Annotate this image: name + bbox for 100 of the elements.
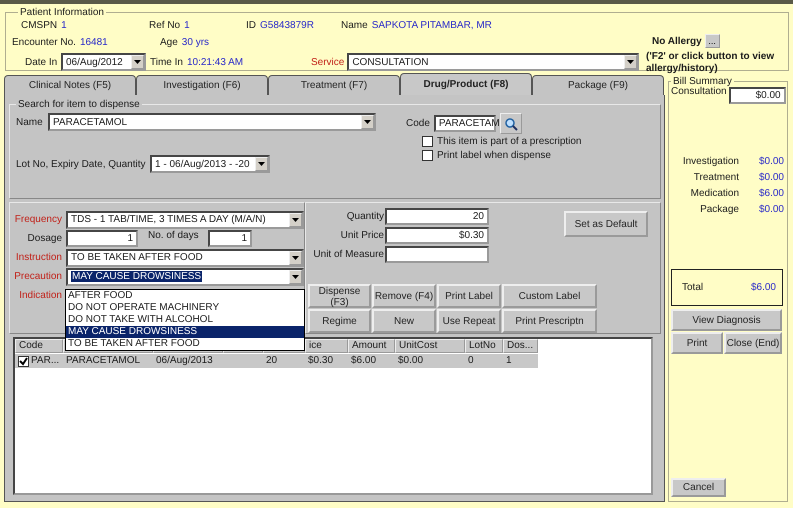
checkbox[interactable] bbox=[18, 356, 29, 366]
group-title: Patient Information bbox=[19, 7, 105, 18]
dropdown-option[interactable]: TO BE TAKEN AFTER FOOD bbox=[66, 338, 304, 350]
caret-icon bbox=[627, 60, 634, 64]
field-label: Indication bbox=[18, 290, 62, 301]
measure-field[interactable] bbox=[385, 246, 489, 263]
action-button[interactable]: New bbox=[372, 309, 436, 333]
dropdown-option[interactable]: MAY CAUSE DROWSINESS bbox=[66, 326, 304, 338]
column-header[interactable]: LotNo bbox=[465, 339, 503, 353]
caret-icon bbox=[292, 218, 299, 222]
column-header[interactable]: Amount bbox=[348, 339, 395, 353]
allergy-hint: ('F2' or click button to view allergy/history) bbox=[646, 51, 776, 75]
search-icon bbox=[504, 116, 518, 130]
frequency-dropdown[interactable]: TDS - 1 TAB/TIME, 3 TIMES A DAY (M/A/N) bbox=[66, 210, 304, 228]
table-cell-text: 1 bbox=[505, 354, 513, 368]
view-diagnosis-button[interactable]: View Diagnosis bbox=[671, 309, 782, 331]
table-cell: PAR... bbox=[31, 354, 60, 368]
action-button[interactable]: Dispense (F3) bbox=[308, 284, 371, 308]
field-label: Code bbox=[406, 118, 430, 129]
action-button[interactable]: Remove (F4) bbox=[372, 284, 436, 308]
action-button[interactable]: Use Repeat bbox=[437, 309, 501, 333]
tab[interactable]: Package (F9) bbox=[532, 75, 664, 95]
field-label: Encounter No. bbox=[12, 36, 76, 48]
field-label: Name bbox=[341, 20, 368, 30]
dropdown-button[interactable] bbox=[255, 157, 268, 171]
dropdown-button[interactable] bbox=[289, 250, 302, 264]
dropdown-button[interactable] bbox=[624, 55, 638, 69]
quantity-field[interactable]: 20 bbox=[385, 208, 489, 225]
dropdown-option[interactable]: DO NOT TAKE WITH ALCOHOL bbox=[66, 314, 304, 326]
column-header[interactable]: UnitCost bbox=[395, 339, 465, 353]
table-row[interactable]: PAR... PARACETAMOL 06/Aug/2013 20 $0.30 $6.00 $0.00 0 1 bbox=[15, 354, 538, 368]
lot-dropdown[interactable]: 1 - 06/Aug/2013 - -20 bbox=[150, 155, 270, 173]
checkbox[interactable] bbox=[422, 150, 433, 160]
total-amount: $6.00 bbox=[750, 282, 776, 293]
tab[interactable]: Investigation (F6) bbox=[136, 75, 268, 95]
action-button[interactable]: Custom Label bbox=[502, 284, 597, 308]
tab[interactable]: Clinical Notes (F5) bbox=[4, 75, 136, 95]
field-label: Consultation bbox=[671, 87, 727, 97]
field-label: Quantity bbox=[346, 211, 384, 222]
field-value: 30 yrs bbox=[182, 36, 210, 48]
field-label: Instruction bbox=[14, 252, 62, 263]
checkbox-label: This item is part of a prescription bbox=[437, 136, 582, 146]
field-label: Dosage bbox=[26, 233, 62, 244]
precaution-dropdown[interactable]: MAY CAUSE DROWSINESS bbox=[66, 268, 304, 286]
table-cell-text: $0.30 bbox=[307, 354, 334, 368]
table-cell-text: 06/Aug/2013 bbox=[155, 354, 214, 368]
caret-icon bbox=[292, 256, 299, 260]
consultation-field[interactable]: $0.00 bbox=[728, 87, 786, 104]
set-default-button[interactable]: Set as Default bbox=[564, 211, 648, 237]
field-value: 16481 bbox=[80, 36, 108, 48]
allergy-button[interactable]: ... bbox=[704, 34, 720, 48]
field-label: Service bbox=[310, 56, 344, 68]
date-dropdown[interactable]: 06/Aug/2012 bbox=[61, 53, 146, 71]
field-value: 10:21:43 AM bbox=[186, 56, 244, 68]
checkbox[interactable] bbox=[422, 136, 433, 146]
action-button[interactable]: Regime bbox=[308, 309, 371, 333]
tab[interactable]: Drug/Product (F8) bbox=[400, 73, 532, 95]
dropdown-button[interactable] bbox=[289, 270, 302, 284]
field-value: 1 bbox=[184, 20, 190, 30]
checkbox-label: Print label when dispense bbox=[437, 150, 551, 160]
dropdown-button[interactable] bbox=[361, 115, 374, 129]
bill-amount: $0.00 bbox=[758, 172, 784, 185]
bill-amount: $6.00 bbox=[758, 188, 784, 201]
caret-icon bbox=[258, 162, 265, 166]
name-dropdown[interactable]: PARACETAMOL bbox=[48, 113, 376, 131]
table-cell-text: PARACETAMOL bbox=[65, 354, 142, 368]
column-header[interactable]: ice bbox=[305, 339, 348, 353]
selected-text: MAY CAUSE DROWSINESS bbox=[71, 271, 202, 282]
dropdown-button[interactable] bbox=[289, 212, 302, 226]
field-label: Date In bbox=[25, 56, 58, 68]
tab[interactable]: Treatment (F7) bbox=[268, 75, 400, 95]
service-dropdown[interactable]: CONSULTATION bbox=[347, 53, 640, 71]
search-button[interactable] bbox=[500, 113, 522, 134]
field-label: CMSPN bbox=[21, 20, 58, 30]
field-label: Frequency bbox=[14, 214, 62, 225]
table-cell-text: $0.00 bbox=[397, 354, 424, 368]
close-button[interactable]: Close (End) bbox=[724, 332, 782, 354]
bill-label: Treatment bbox=[692, 172, 739, 185]
table-cell-text: 20 bbox=[265, 354, 278, 368]
dropdown-button[interactable] bbox=[131, 55, 144, 69]
action-button[interactable]: Print Prescriptn bbox=[502, 309, 597, 333]
bill-label: Package bbox=[699, 204, 739, 217]
allergy-status: No Allergy bbox=[652, 36, 702, 46]
days-field[interactable]: 1 bbox=[208, 230, 252, 247]
instruction-dropdown[interactable]: TO BE TAKEN AFTER FOOD bbox=[66, 248, 304, 266]
field-label: Ref No bbox=[149, 20, 180, 30]
dropdown-option[interactable]: DO NOT OPERATE MACHINERY bbox=[66, 302, 304, 314]
action-button[interactable]: Print Label bbox=[437, 284, 501, 308]
table-cell-text: 0 bbox=[467, 354, 475, 368]
print-button[interactable]: Print bbox=[671, 332, 723, 354]
dosage-field[interactable]: 1 bbox=[66, 230, 138, 247]
group-title: Bill Summary bbox=[673, 76, 733, 87]
cancel-button[interactable]: Cancel bbox=[671, 478, 726, 497]
dropdown-option[interactable]: AFTER FOOD bbox=[66, 290, 304, 302]
field-label: Lot No, Expiry Date, Quantity bbox=[16, 158, 147, 170]
column-header[interactable]: Code bbox=[15, 339, 63, 353]
bill-amount: $0.00 bbox=[758, 204, 784, 217]
column-header[interactable]: Dos... bbox=[503, 339, 538, 353]
price-field[interactable]: $0.30 bbox=[385, 227, 489, 244]
caret-icon bbox=[364, 120, 371, 124]
